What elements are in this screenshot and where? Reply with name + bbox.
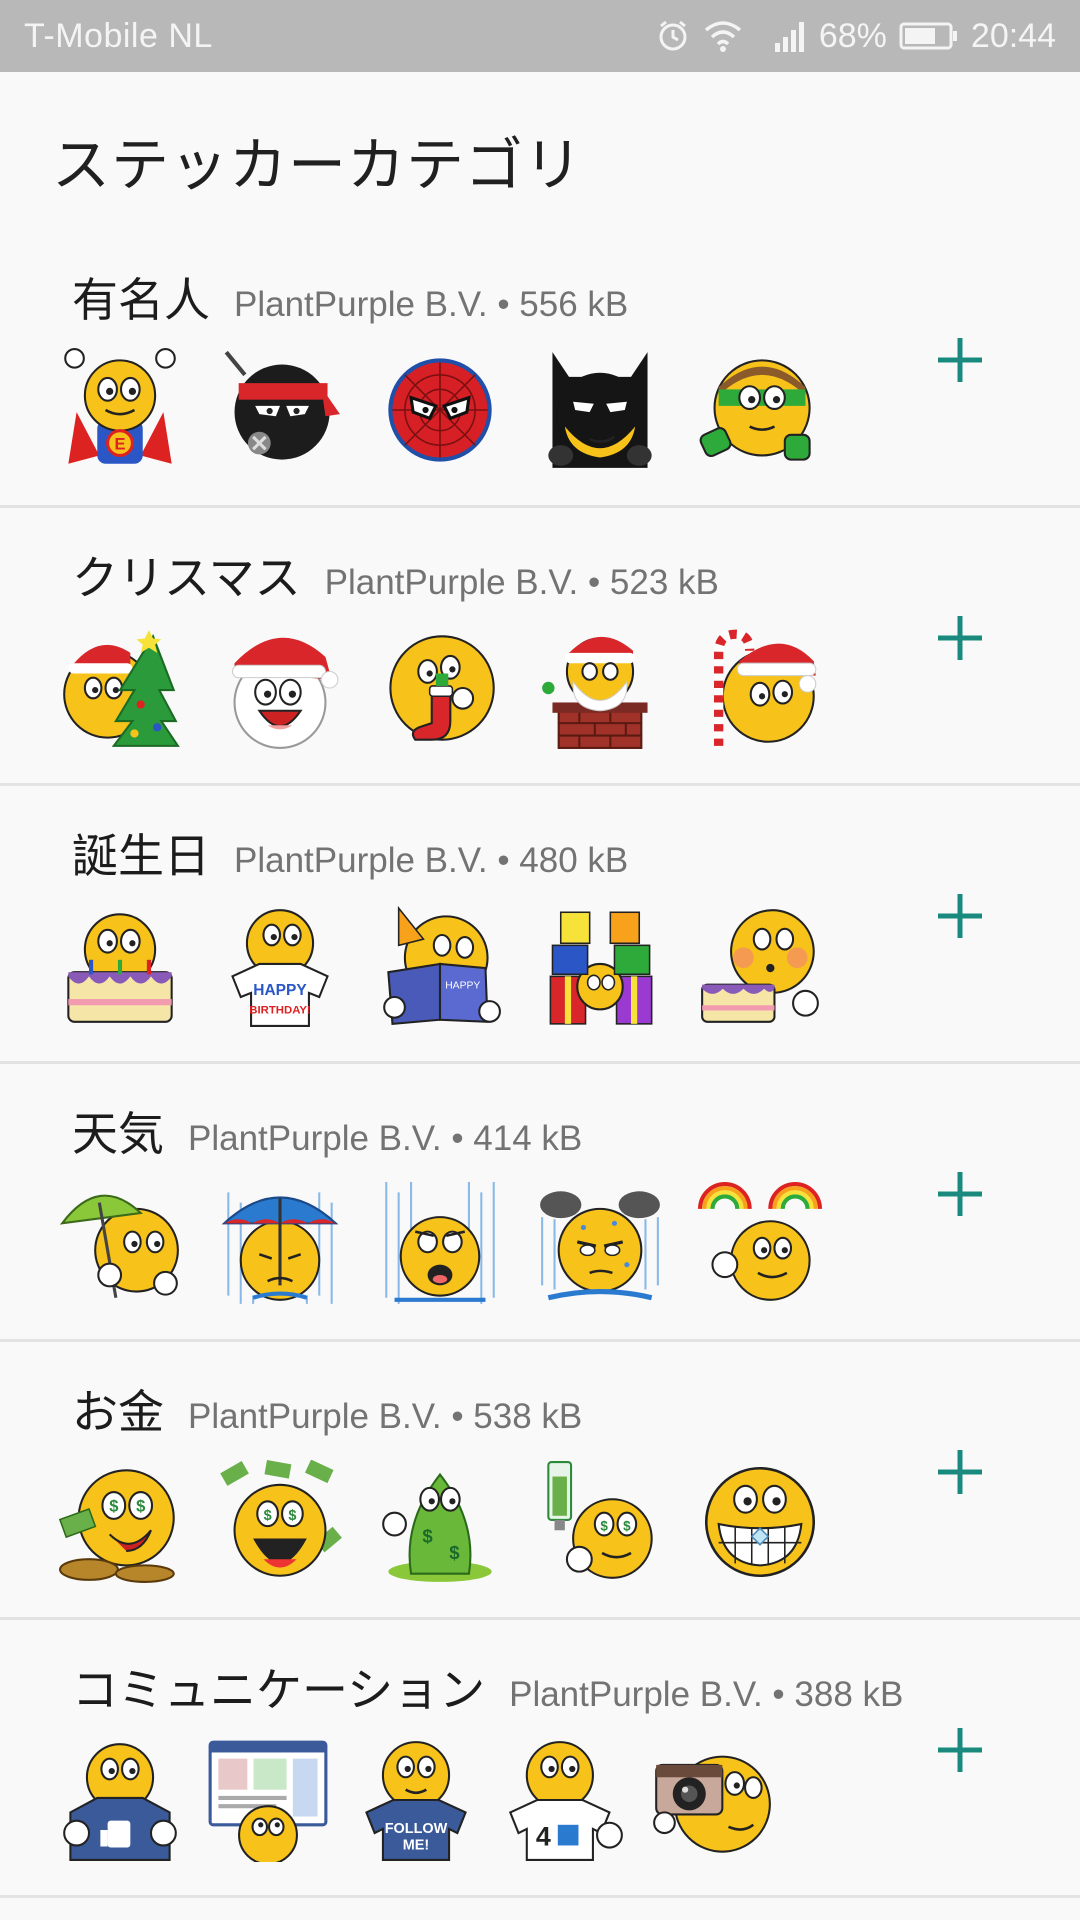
- pack-name: コミュニケーション: [72, 1663, 486, 1717]
- bat-smiley: [548, 352, 652, 468]
- gifts-smiley: [549, 911, 653, 1025]
- green-money-smiley: $ $: [382, 1472, 492, 1582]
- pack-meta: PlantPurple B.V. • 480 kB: [234, 841, 629, 880]
- pack-meta: PlantPurple B.V. • 388 kB: [509, 1675, 904, 1714]
- sticker-pack-row[interactable]: お金 PlantPurple B.V. • 538 kB $ $ $ $ $ $…: [0, 1342, 1080, 1620]
- pack-header: コミュニケーション PlantPurple B.V. • 388 kB: [72, 1654, 903, 1720]
- sticker-pack-row[interactable]: 天気 PlantPurple B.V. • 414 kB: [0, 1064, 1080, 1342]
- camera-smiley: [653, 1755, 771, 1853]
- page-title: ステッカーカテゴリ: [52, 131, 584, 199]
- svg-text:FOLLOW: FOLLOW: [385, 1821, 448, 1837]
- pack-meta: PlantPurple B.V. • 538 kB: [188, 1397, 583, 1436]
- plus-icon: [938, 1172, 982, 1216]
- svg-text:$: $: [623, 1518, 631, 1533]
- foursquare-smiley: 4: [508, 1741, 623, 1861]
- pack-name: 誕生日: [72, 829, 210, 883]
- wifi-icon: [703, 18, 743, 54]
- sticker-pack-row[interactable]: 誕生日 PlantPurple B.V. • 480 kB HAPPY BIRT…: [0, 786, 1080, 1064]
- sticker-preview-list: [58, 1182, 822, 1306]
- battery-icon: [899, 21, 959, 51]
- plus-icon: [938, 338, 982, 382]
- pack-meta: PlantPurple B.V. • 556 kB: [234, 285, 629, 324]
- ninja-smiley: [224, 350, 340, 460]
- sticker-preview-list: E: [58, 348, 822, 472]
- diamond-teeth-smiley: [704, 1466, 816, 1578]
- svg-text:HAPPY: HAPPY: [253, 982, 307, 999]
- add-pack-button[interactable]: [930, 1720, 990, 1780]
- add-pack-button[interactable]: [930, 886, 990, 946]
- add-pack-button[interactable]: [930, 1442, 990, 1502]
- svg-text:$: $: [136, 1497, 145, 1516]
- svg-text:E: E: [114, 434, 125, 453]
- signal-icon: [773, 19, 807, 53]
- svg-text:$: $: [600, 1518, 608, 1533]
- carrier-name: T-Mobile NL: [24, 17, 213, 55]
- pack-header: 天気 PlantPurple B.V. • 414 kB: [72, 1098, 582, 1164]
- storm-cloud-smiley: [540, 1191, 660, 1301]
- sticker-preview-list: HAPPY BIRTHDAY! HAPPY: [58, 904, 822, 1028]
- crying-rain-smiley: [385, 1182, 495, 1304]
- pack-header: 有名人 PlantPurple B.V. • 556 kB: [72, 264, 628, 330]
- sticker-pack-row[interactable]: コミュニケーション PlantPurple B.V. • 388 kB FOLL…: [0, 1620, 1080, 1898]
- svg-text:ME!: ME!: [403, 1838, 430, 1854]
- plus-icon: [938, 1450, 982, 1494]
- cake-smiley: [67, 913, 173, 1023]
- svg-text:$: $: [264, 1508, 272, 1524]
- santa-beard-smiley: [231, 637, 339, 749]
- pack-name: クリスマス: [72, 551, 301, 605]
- superhero-smiley: E: [64, 348, 176, 464]
- sticker-preview-list: $ $ $ $ $ $ $ $: [58, 1460, 822, 1584]
- pack-header: 誕生日 PlantPurple B.V. • 480 kB: [72, 820, 628, 886]
- dollar-eyes-smiley: $ $: [58, 1469, 175, 1583]
- alarm-icon: [655, 18, 691, 54]
- pack-name: お金: [72, 1385, 164, 1439]
- battery-percent: 68%: [818, 16, 887, 55]
- sticker-pack-row[interactable]: クリスマス PlantPurple B.V. • 523 kB: [0, 508, 1080, 786]
- plus-icon: [938, 616, 982, 660]
- sticker-preview-list: FOLLOW ME! 4: [58, 1738, 774, 1862]
- status-bar: T-Mobile NL 68% 20:44: [0, 0, 1080, 72]
- svg-text:HAPPY: HAPPY: [445, 981, 480, 992]
- pack-meta: PlantPurple B.V. • 523 kB: [324, 563, 719, 602]
- happy-birthday-shirt-smiley: HAPPY BIRTHDAY!: [231, 909, 329, 1027]
- plus-icon: [938, 894, 982, 938]
- pack-header: クリスマス PlantPurple B.V. • 523 kB: [72, 542, 719, 608]
- green-umbrella-smiley: [59, 1194, 179, 1298]
- stocking-smiley: [389, 635, 495, 741]
- money-bottle-smiley: $ $: [547, 1461, 653, 1579]
- add-pack-button[interactable]: [930, 1164, 990, 1224]
- add-pack-button[interactable]: [930, 330, 990, 390]
- chimney-santa-smiley: [542, 636, 648, 749]
- pack-name: 天気: [72, 1107, 164, 1161]
- pack-meta: PlantPurple B.V. • 414 kB: [188, 1119, 583, 1158]
- candy-cane-smiley: [714, 629, 817, 746]
- thumbs-up-shirt-smiley: [63, 1743, 177, 1861]
- birthday-card-smiley: HAPPY: [383, 905, 501, 1025]
- sticker-pack-row[interactable]: 有名人 PlantPurple B.V. • 556 kB E: [0, 230, 1080, 508]
- rainbow-smiley: [698, 1182, 822, 1301]
- add-pack-button[interactable]: [930, 608, 990, 668]
- svg-text:4: 4: [536, 1821, 551, 1851]
- svg-text:$: $: [288, 1508, 296, 1524]
- svg-text:$: $: [449, 1542, 460, 1563]
- pack-header: お金 PlantPurple B.V. • 538 kB: [72, 1376, 582, 1442]
- ring-hero-smiley: [699, 359, 811, 461]
- rain-umbrella-smiley: [221, 1192, 339, 1304]
- clock: 20:44: [970, 16, 1056, 55]
- website-smiley: [208, 1740, 328, 1862]
- svg-text:$: $: [109, 1497, 118, 1516]
- money-rain-smiley: $ $: [220, 1460, 342, 1577]
- follow-me-smiley: FOLLOW ME!: [365, 1741, 467, 1861]
- svg-text:BIRTHDAY!: BIRTHDAY!: [249, 1005, 310, 1017]
- sticker-preview-list: [58, 626, 822, 750]
- plus-icon: [938, 1728, 982, 1772]
- svg-text:$: $: [422, 1526, 433, 1547]
- spider-smiley: [388, 358, 492, 462]
- pack-name: 有名人: [72, 273, 210, 327]
- cake-blowing-smiley: [701, 909, 819, 1023]
- christmas-tree-smiley: [63, 630, 180, 747]
